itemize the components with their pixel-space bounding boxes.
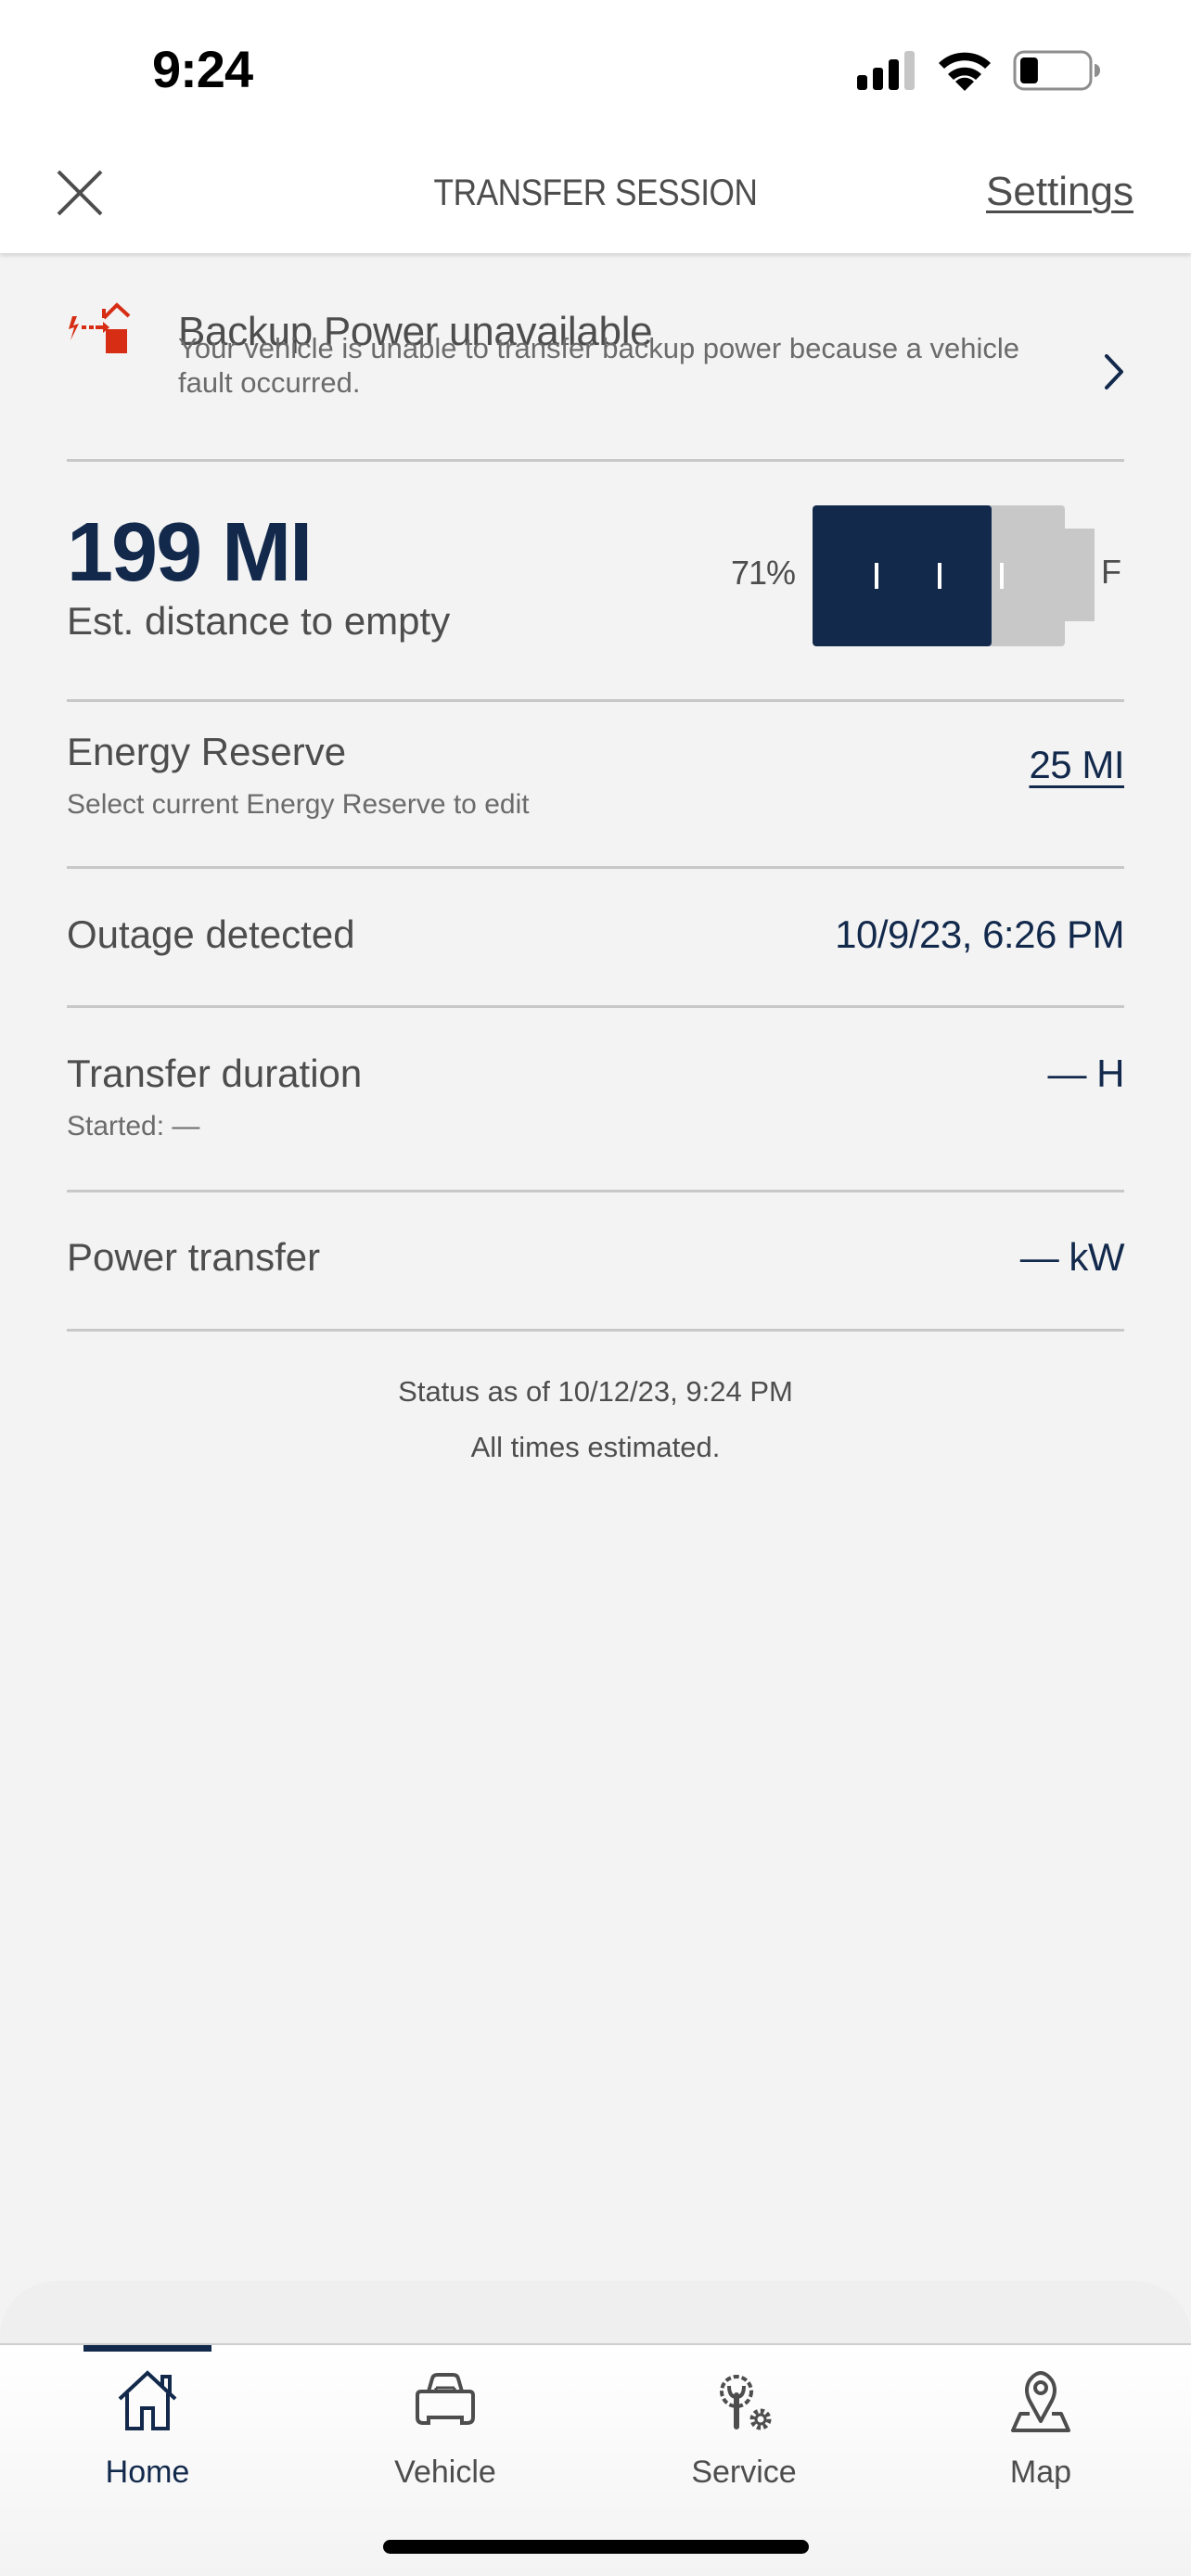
tab-map[interactable]: Map — [948, 2345, 1133, 2503]
outage-detected-value: 10/9/23, 6:26 PM — [835, 912, 1124, 956]
service-icon — [720, 2375, 772, 2430]
power-transfer-label: Power transfer — [67, 1235, 321, 1279]
battery-tick — [875, 563, 878, 589]
page-title: TRANSFER SESSION — [433, 172, 758, 213]
outage-detected-label: Outage detected — [67, 912, 355, 956]
vehicle-icon — [416, 2373, 475, 2425]
tab-label: Service — [691, 2455, 797, 2490]
battery-icon — [1013, 50, 1100, 91]
divider — [67, 1190, 1124, 1192]
active-tab-indicator — [83, 2345, 211, 2352]
tab-label: Map — [1009, 2455, 1072, 2490]
power-transfer-value: — kW — [1019, 1235, 1125, 1279]
backup-power-alert[interactable]: Backup Power unavailable Your vehicle is… — [67, 298, 1124, 400]
divider — [67, 866, 1124, 869]
estimate-note: All times estimated. — [470, 1431, 721, 1463]
map-pin-icon — [1011, 2371, 1070, 2432]
energy-reserve-hint: Select current Energy Reserve to edit — [67, 789, 530, 820]
transfer-started-value: Started: — — [67, 1111, 200, 1141]
tab-label: Home — [105, 2455, 190, 2490]
tab-service[interactable]: Service — [651, 2345, 837, 2503]
transfer-duration-value: — H — [1047, 1052, 1125, 1095]
divider — [67, 1329, 1124, 1332]
status-time: 9:24 — [152, 40, 253, 98]
divider — [67, 699, 1124, 702]
backup-power-unavailable-icon — [69, 302, 131, 353]
bottom-sheet-edge — [0, 2281, 1191, 2344]
status-timestamp: Status as of 10/12/23, 9:24 PM — [398, 1375, 793, 1408]
vehicle-battery-gauge — [813, 505, 1065, 646]
tab-home[interactable]: Home — [55, 2345, 240, 2503]
transfer-duration-label: Transfer duration — [67, 1052, 363, 1095]
range-label: Est. distance to empty — [67, 599, 451, 643]
wifi-icon — [939, 52, 991, 91]
battery-tick — [938, 563, 941, 589]
battery-fill — [813, 505, 992, 646]
divider — [67, 459, 1124, 462]
header: TRANSFER SESSION Settings — [0, 139, 1191, 253]
battery-tick — [1000, 563, 1004, 589]
cellular-signal-icon — [857, 51, 915, 90]
home-indicator[interactable] — [383, 2540, 809, 2554]
energy-reserve-value-link[interactable]: 25 MI — [1029, 743, 1124, 787]
status-bar: 9:24 — [0, 0, 1191, 139]
chevron-right-icon — [1105, 354, 1123, 389]
battery-terminal — [1065, 529, 1095, 621]
battery-full-label: F — [1101, 553, 1121, 591]
battery-percent: 71% — [731, 554, 796, 592]
tab-vehicle[interactable]: Vehicle — [352, 2345, 538, 2503]
settings-link[interactable]: Settings — [986, 169, 1133, 215]
tab-label: Vehicle — [394, 2455, 496, 2490]
alert-description: Your vehicle is unable to transfer backu… — [178, 332, 1020, 399]
range-value: 199 MI — [67, 506, 313, 599]
energy-reserve-label: Energy Reserve — [67, 730, 347, 773]
divider — [67, 1005, 1124, 1008]
home-icon — [118, 2370, 177, 2430]
